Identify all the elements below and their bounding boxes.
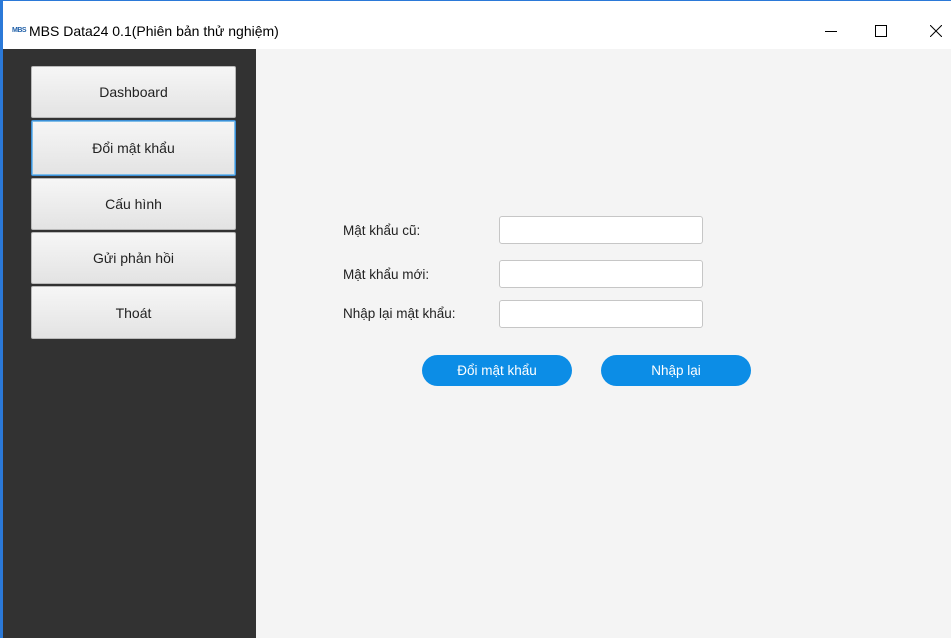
maximize-button[interactable]	[861, 15, 901, 47]
minimize-icon	[825, 31, 837, 32]
sidebar-item-label: Dashboard	[99, 84, 168, 100]
change-password-button-label: Đổi mật khẩu	[457, 363, 537, 378]
app-window: MBS MBS Data24 0.1(Phiên bản thử nghiệm)…	[0, 0, 951, 638]
change-password-panel: Mật khẩu cũ: Mật khẩu mới: Nhập lại mật …	[256, 49, 951, 638]
maximize-icon	[875, 25, 887, 37]
sidebar: Dashboard Đổi mật khẩu Cấu hình Gửi phản…	[3, 49, 256, 638]
old-password-input[interactable]	[499, 216, 703, 244]
title-bar[interactable]: MBS MBS Data24 0.1(Phiên bản thử nghiệm)	[3, 1, 951, 49]
reset-button-label: Nhập lại	[651, 363, 701, 378]
close-button[interactable]	[916, 15, 951, 47]
new-password-input[interactable]	[499, 260, 703, 288]
sidebar-item-change-password[interactable]: Đổi mật khẩu	[31, 120, 236, 176]
old-password-label: Mật khẩu cũ:	[343, 223, 421, 238]
sidebar-item-dashboard[interactable]: Dashboard	[31, 66, 236, 118]
minimize-button[interactable]	[811, 15, 851, 47]
app-logo-icon: MBS	[12, 27, 27, 34]
reset-button[interactable]: Nhập lại	[601, 355, 751, 386]
new-password-label: Mật khẩu mới:	[343, 267, 430, 282]
sidebar-item-label: Gửi phản hồi	[93, 250, 174, 266]
window-title: MBS Data24 0.1(Phiên bản thử nghiệm)	[29, 23, 279, 39]
sidebar-item-feedback[interactable]: Gửi phản hồi	[31, 232, 236, 284]
sidebar-item-settings[interactable]: Cấu hình	[31, 178, 236, 230]
confirm-password-label: Nhập lại mật khẩu:	[343, 306, 456, 321]
close-icon	[930, 25, 942, 37]
sidebar-item-exit[interactable]: Thoát	[31, 286, 236, 339]
sidebar-item-label: Đổi mật khẩu	[92, 140, 175, 156]
sidebar-item-label: Thoát	[115, 304, 152, 321]
change-password-button[interactable]: Đổi mật khẩu	[422, 355, 572, 386]
sidebar-item-label: Cấu hình	[105, 196, 162, 212]
confirm-password-input[interactable]	[499, 300, 703, 328]
